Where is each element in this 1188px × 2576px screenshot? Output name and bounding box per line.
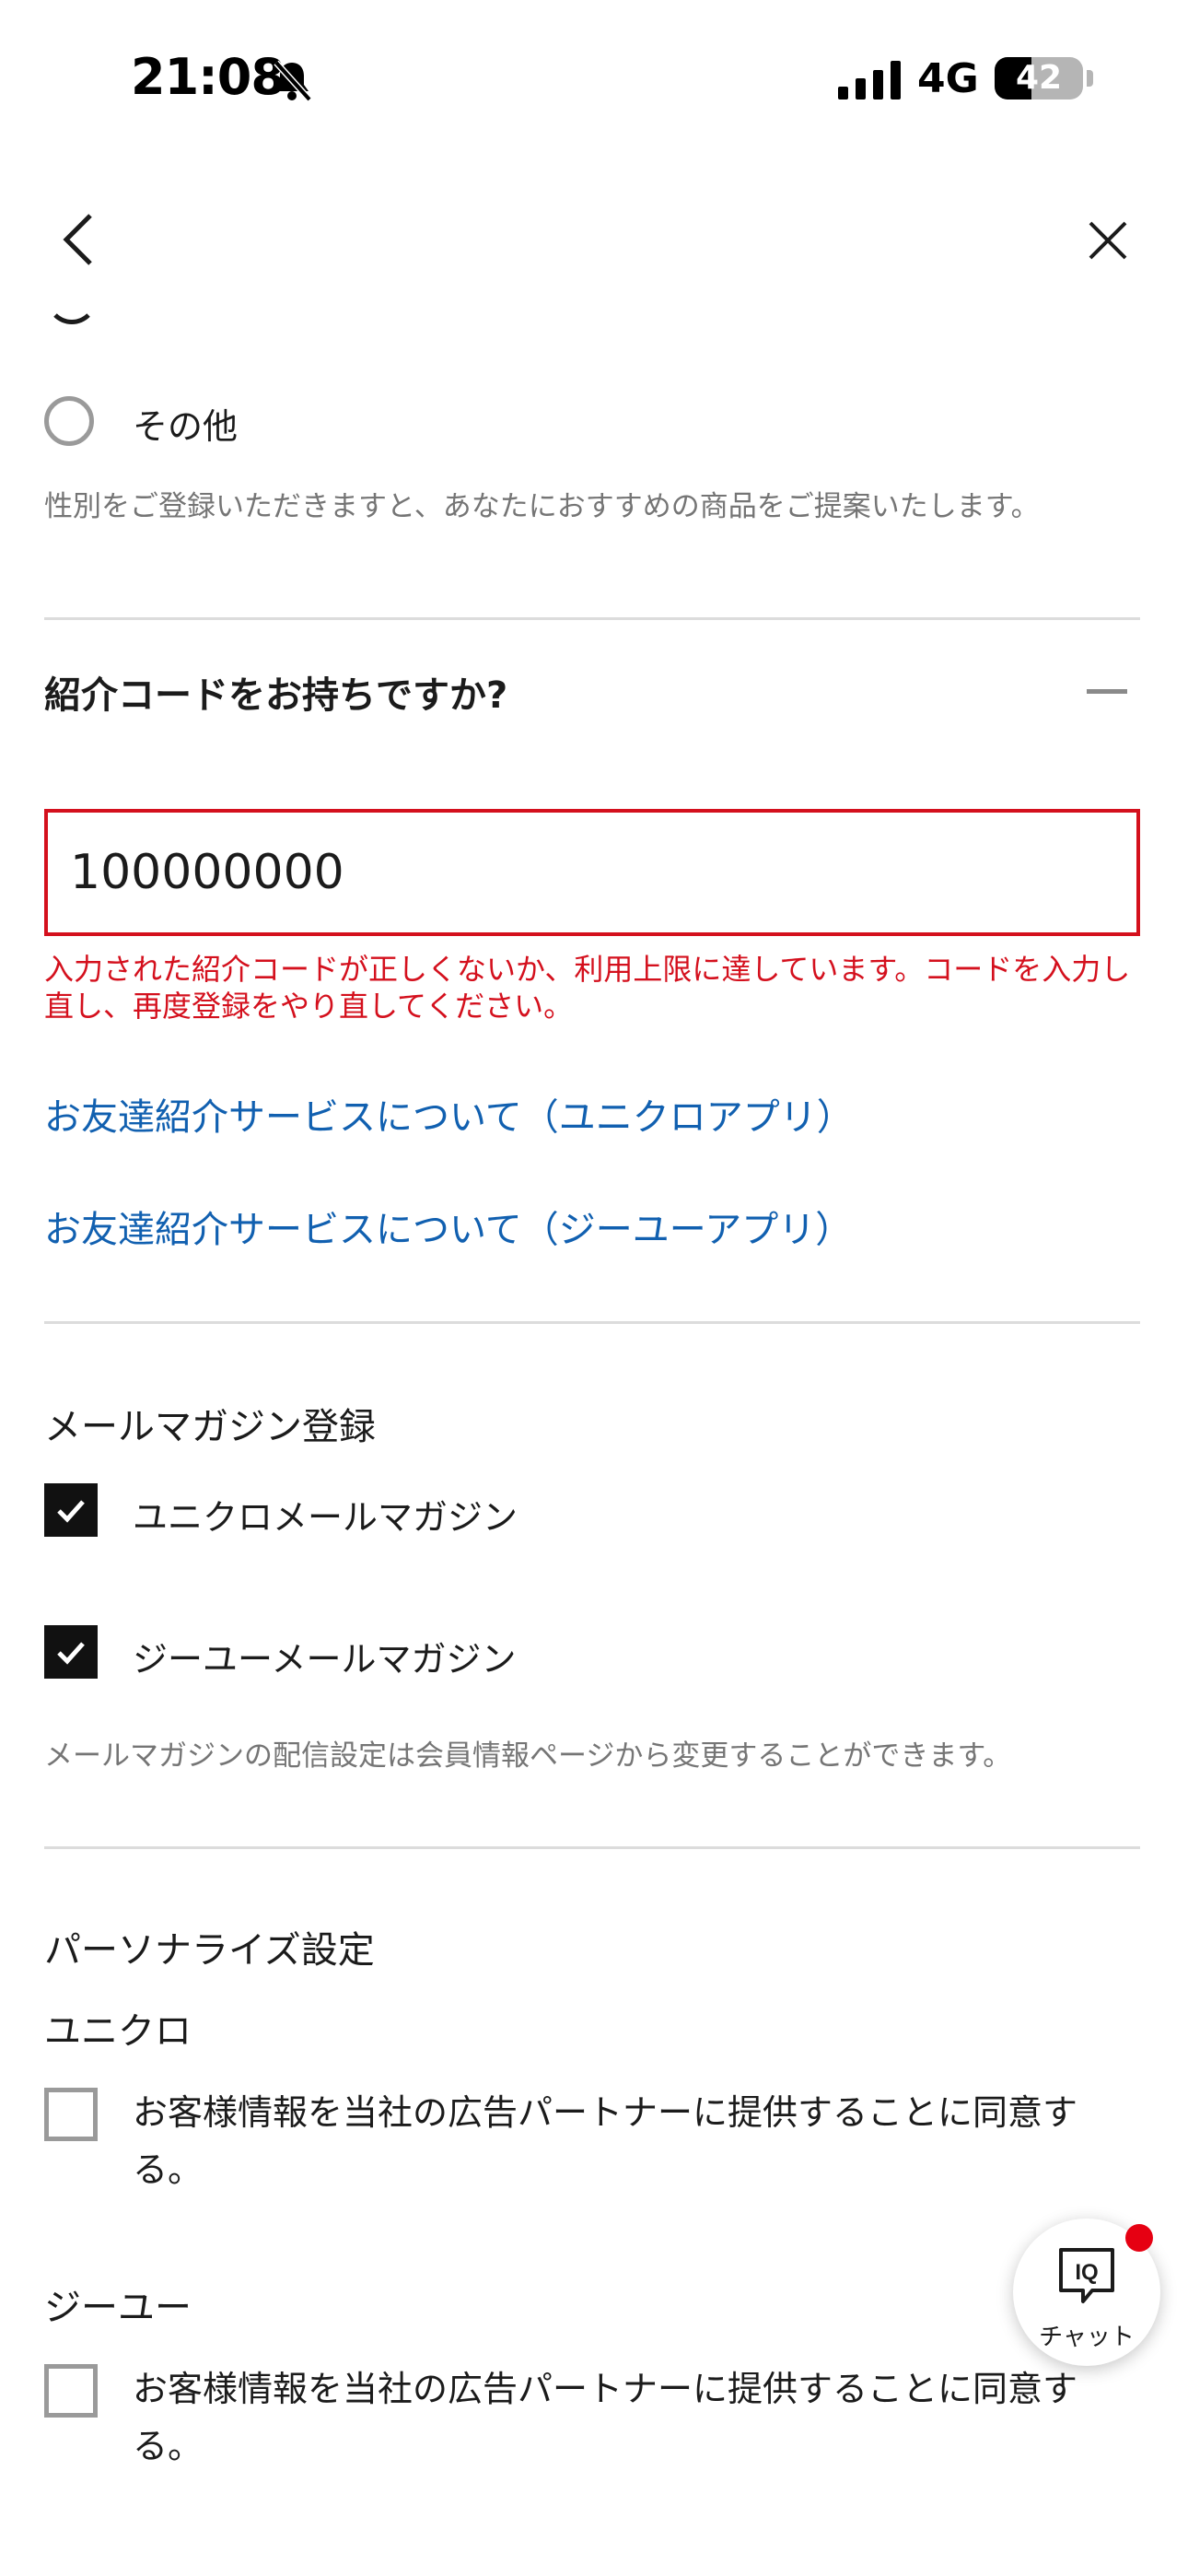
checkmark-icon <box>57 1642 85 1665</box>
close-icon[interactable] <box>1085 217 1131 263</box>
chat-label: チャット <box>1039 2324 1135 2351</box>
divider <box>44 1846 1140 1849</box>
gu-ad-consent-label: お客様情報を当社の広告パートナーに提供することに同意する。 <box>133 2369 1078 2466</box>
battery-percent: 42 <box>1015 59 1063 97</box>
uniqlo-ad-consent-label: お客様情報を当社の広告パートナーに提供することに同意する。 <box>133 2092 1078 2190</box>
checkbox-uniqlo-newsletter[interactable] <box>44 1483 98 1537</box>
cellular-signal-icon <box>838 61 901 100</box>
newsletter-section-title: メールマガジン登録 <box>44 1406 376 1448</box>
checkbox-gu-ad-consent[interactable] <box>44 2364 98 2418</box>
radio-other[interactable] <box>44 396 94 446</box>
link-referral-gu-app[interactable]: お友達紹介サービスについて（ジーユーアプリ） <box>44 1200 852 1253</box>
network-type: 4G <box>917 55 979 102</box>
referral-code-input[interactable] <box>44 809 1140 936</box>
status-time: 21:08 <box>131 48 285 106</box>
battery-icon: 42 <box>995 57 1083 100</box>
personalize-gu-heading: ジーユー <box>44 2287 192 2329</box>
checkbox-gu-newsletter-label: ジーユーメールマガジン <box>133 1639 517 1680</box>
personalize-uniqlo-heading: ユニクロ <box>44 2010 192 2053</box>
radio-previous-option[interactable] <box>46 273 98 324</box>
checkmark-icon <box>57 1500 85 1523</box>
divider <box>44 617 1140 620</box>
checkbox-uniqlo-ad-consent[interactable] <box>44 2088 98 2141</box>
checkbox-gu-newsletter[interactable] <box>44 1625 98 1679</box>
radio-other-label: その他 <box>133 406 239 447</box>
link-referral-uniqlo-app[interactable]: お友達紹介サービスについて（ユニクロアプリ） <box>44 1087 854 1141</box>
referral-accordion-title[interactable]: 紹介コードをお持ちですか? <box>44 665 507 719</box>
collapse-minus-icon[interactable] <box>1087 689 1127 694</box>
chat-icon-text: IQ <box>1075 2260 1098 2285</box>
gender-note: 性別をご登録いただきますと、あなたにおすすめの商品をご提案いたします。 <box>44 490 1040 523</box>
referral-error-message: 入力された紹介コードが正しくないか、利用上限に達しています。コードを入力し直し、… <box>44 952 1131 1024</box>
bell-muted-icon <box>274 60 312 102</box>
chat-bubble-icon: IQ <box>1059 2248 1114 2303</box>
newsletter-note: メールマガジンの配信設定は会員情報ページから変更することができます。 <box>44 1739 1012 1773</box>
notification-badge <box>1125 2224 1153 2252</box>
checkbox-uniqlo-newsletter-label: ユニクロメールマガジン <box>133 1497 518 1538</box>
divider <box>44 1321 1140 1324</box>
battery-cap <box>1087 70 1093 87</box>
chevron-left-icon[interactable] <box>55 210 101 269</box>
personalize-section-title: パーソナライズ設定 <box>44 1929 375 1972</box>
